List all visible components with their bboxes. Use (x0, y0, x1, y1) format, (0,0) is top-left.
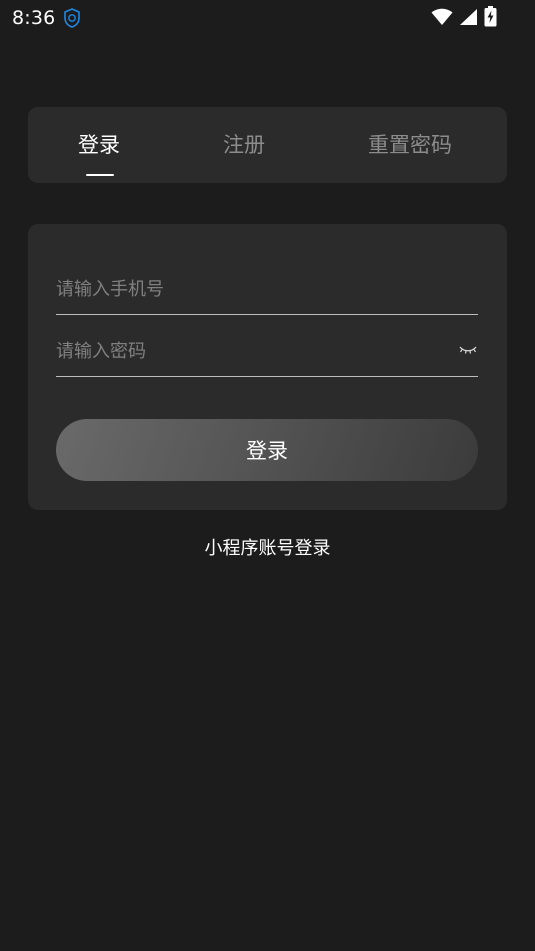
tab-reset-password[interactable]: 重置密码 (368, 131, 452, 159)
eye-closed-icon[interactable] (458, 342, 478, 356)
phone-input[interactable] (56, 264, 436, 314)
password-input[interactable] (56, 326, 436, 376)
login-button[interactable]: 登录 (56, 419, 478, 481)
tab-register[interactable]: 注册 (223, 131, 265, 159)
cellular-signal-icon (459, 8, 478, 26)
battery-charging-icon (484, 6, 497, 27)
phone-field (56, 264, 478, 315)
status-icons (431, 6, 497, 27)
wifi-icon (431, 8, 453, 26)
password-field (56, 326, 478, 377)
login-form: 登录 (28, 224, 507, 510)
tab-login[interactable]: 登录 (78, 131, 120, 159)
auth-tab-bar: 登录 注册 重置密码 (28, 107, 507, 183)
status-bar: 8:36 (0, 0, 535, 36)
active-tab-indicator (86, 174, 114, 176)
status-time: 8:36 (12, 7, 56, 29)
app-notification-icon (63, 8, 81, 28)
mini-program-login-link[interactable]: 小程序账号登录 (0, 534, 535, 560)
